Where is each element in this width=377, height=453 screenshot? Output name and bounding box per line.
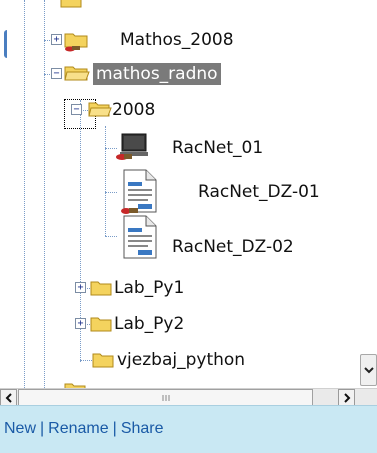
- tree-guide-line: [105, 126, 106, 236]
- computer-icon: [116, 133, 148, 160]
- node-label: vjezbaj_python: [117, 350, 246, 370]
- node-label: Lab_Py2: [114, 314, 185, 334]
- folder-icon: [92, 353, 114, 368]
- file-tree: + Mathos_2008 − mathos_radno − 2008 RacN…: [0, 0, 377, 388]
- left-edge-marker: [4, 30, 11, 58]
- scroll-right-button[interactable]: [338, 389, 355, 406]
- document-icon: [123, 215, 157, 259]
- share-link[interactable]: Share: [121, 420, 164, 437]
- tree-node-racnet-01[interactable]: RacNet_01: [172, 137, 263, 159]
- footer-action-bar: New | Rename | Share: [0, 405, 377, 453]
- folder-icon: [90, 317, 112, 332]
- tree-guide-line: [105, 236, 117, 237]
- tree-node-racnet-dz-02[interactable]: RacNet_DZ-02: [172, 236, 294, 258]
- folder-icon: [90, 281, 112, 296]
- collapse-toggle[interactable]: −: [51, 68, 62, 79]
- shared-folder-icon: [64, 33, 88, 52]
- folder-open-icon: [88, 102, 112, 117]
- footer-links: New | Rename | Share: [4, 420, 164, 438]
- horizontal-scrollbar[interactable]: [0, 388, 377, 406]
- tree-guide-line: [44, 0, 45, 388]
- scroll-left-button[interactable]: [0, 389, 17, 406]
- document-icon: [121, 169, 157, 214]
- tree-node-lab-py1[interactable]: Lab_Py1: [114, 277, 184, 299]
- tree-node-2008[interactable]: 2008: [112, 99, 155, 121]
- node-label: Mathos_2008: [120, 30, 234, 50]
- chevron-right-icon: [343, 392, 350, 403]
- node-label: RacNet_01: [172, 138, 264, 158]
- node-label: Lab_Py1: [114, 278, 185, 298]
- rename-link[interactable]: Rename: [48, 420, 108, 437]
- vertical-scroll-down-button[interactable]: [360, 354, 377, 386]
- node-label: mathos_radno: [93, 63, 221, 85]
- tree-node-mathos-radno[interactable]: mathos_radno: [93, 63, 221, 85]
- collapse-toggle[interactable]: −: [71, 104, 82, 115]
- folder-icon: [64, 383, 86, 388]
- node-label: RacNet_DZ-02: [172, 237, 294, 257]
- node-label: 2008: [112, 100, 156, 120]
- tree-node-vjezbaj-python[interactable]: vjezbaj_python: [117, 349, 245, 371]
- grip-icon: [162, 394, 169, 401]
- chevron-down-icon: [363, 367, 374, 374]
- tree-guide-line: [80, 360, 92, 361]
- new-link[interactable]: New: [4, 420, 36, 437]
- separator: |: [112, 420, 117, 437]
- tree-node-lab-py2[interactable]: Lab_Py2: [114, 313, 184, 335]
- expand-toggle[interactable]: +: [75, 282, 86, 293]
- separator: |: [40, 420, 45, 437]
- tree-guide-line: [24, 0, 25, 388]
- expand-toggle[interactable]: +: [51, 34, 62, 45]
- folder-icon: [60, 0, 82, 8]
- tree-node-racnet-dz-01[interactable]: RacNet_DZ-01: [198, 181, 320, 203]
- chevron-left-icon: [5, 392, 12, 403]
- folder-open-icon: [64, 66, 90, 81]
- tree-node-mathos-2008[interactable]: Mathos_2008: [120, 29, 234, 51]
- node-label: RacNet_DZ-01: [198, 182, 320, 202]
- scroll-thumb[interactable]: [18, 389, 313, 406]
- tree-guide-line: [105, 192, 117, 193]
- expand-toggle[interactable]: +: [75, 318, 86, 329]
